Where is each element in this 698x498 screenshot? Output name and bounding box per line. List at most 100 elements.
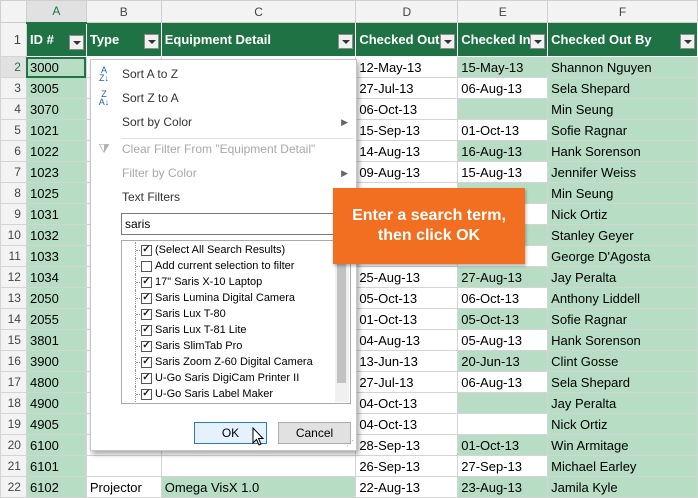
row-number[interactable]: 10: [0, 224, 27, 246]
cell-id[interactable]: 1025: [25, 182, 87, 204]
row-number[interactable]: 2: [0, 56, 27, 78]
filter-dropdown-icon[interactable]: [143, 34, 159, 49]
row-number[interactable]: 21: [0, 455, 27, 477]
cell-id[interactable]: 3000: [25, 56, 87, 78]
cell-in[interactable]: 15-May-13: [457, 56, 549, 78]
cell-out[interactable]: 04-Aug-13: [355, 329, 459, 351]
checked-checkbox-icon[interactable]: ✓: [141, 309, 152, 320]
cell-by[interactable]: Clint Gosse: [547, 350, 698, 372]
cancel-button[interactable]: Cancel: [278, 422, 351, 444]
cell-out[interactable]: 28-Sep-13: [355, 434, 459, 456]
cell-id[interactable]: 3801: [25, 329, 87, 351]
header-cell[interactable]: ID #: [25, 22, 87, 57]
cell-by[interactable]: Sofie Ragnar: [547, 308, 698, 330]
cell-id[interactable]: 6100: [25, 434, 87, 456]
cell-id[interactable]: 6102: [25, 476, 87, 498]
checked-checkbox-icon[interactable]: ✓: [141, 293, 152, 304]
header-cell[interactable]: Checked In: [457, 22, 549, 57]
row-number[interactable]: 15: [0, 329, 27, 351]
cell-id[interactable]: 3070: [25, 98, 87, 120]
row-number[interactable]: 8: [0, 182, 27, 204]
cell-by[interactable]: Jennifer Weiss: [547, 161, 698, 183]
cell-by[interactable]: Stanley Geyer: [547, 224, 698, 246]
cell-id[interactable]: 6101: [25, 455, 87, 477]
unchecked-checkbox-icon[interactable]: [141, 261, 152, 272]
filter-dropdown-icon[interactable]: [440, 34, 456, 49]
cell-out[interactable]: 27-Jul-13: [355, 371, 459, 393]
cell-in[interactable]: [457, 392, 549, 414]
cell-by[interactable]: Win Armitage: [547, 434, 698, 456]
row-number[interactable]: 20: [0, 434, 27, 456]
row-number[interactable]: 18: [0, 392, 27, 414]
filter-option[interactable]: ✓ Saris Lumina Digital Camera: [122, 290, 342, 306]
checked-checkbox-icon[interactable]: ✓: [141, 389, 152, 400]
cell-id[interactable]: 1023: [25, 161, 87, 183]
cell-id[interactable]: 1034: [25, 266, 87, 288]
text-filters[interactable]: Text Filters ▶: [91, 185, 356, 209]
filter-option[interactable]: ✓ Saris SlimTab Pro: [122, 338, 342, 354]
cell-by[interactable]: Anthony Liddell: [547, 287, 698, 309]
cell-in[interactable]: 16-Aug-13: [457, 140, 549, 162]
cell-out[interactable]: 05-Oct-13: [355, 287, 459, 309]
select-all-corner[interactable]: [0, 0, 27, 23]
cell-in[interactable]: 27-Sep-13: [457, 455, 549, 477]
cell-in[interactable]: 05-Oct-13: [457, 308, 549, 330]
header-cell[interactable]: Type: [85, 22, 162, 57]
cell-by[interactable]: Jamila Kyle: [547, 476, 698, 498]
cell-out[interactable]: 12-May-13: [355, 56, 459, 78]
column-header[interactable]: B: [85, 0, 162, 23]
checked-checkbox-icon[interactable]: ✓: [141, 245, 152, 256]
cell-out[interactable]: 27-Jul-13: [355, 77, 459, 99]
row-number[interactable]: 6: [0, 140, 27, 162]
filter-option[interactable]: ✓ Saris Lux T-80: [122, 306, 342, 322]
filter-option[interactable]: ✓ U-Go Saris DigiCam Printer II: [122, 370, 342, 386]
checked-checkbox-icon[interactable]: ✓: [141, 325, 152, 336]
row-number[interactable]: 19: [0, 413, 27, 435]
cell-id[interactable]: 1022: [25, 140, 87, 162]
cell-in[interactable]: 06-Aug-13: [457, 371, 549, 393]
row-number[interactable]: 12: [0, 266, 27, 288]
cell-by[interactable]: Hank Sorenson: [547, 329, 698, 351]
cell-in[interactable]: 23-Aug-13: [457, 476, 549, 498]
filter-search-input[interactable]: saris: [121, 213, 351, 235]
cell-out[interactable]: 09-Aug-13: [355, 161, 459, 183]
filter-option[interactable]: ✓ 17" Saris X-10 Laptop: [122, 274, 342, 290]
cell-by[interactable]: Shannon Nguyen: [547, 56, 698, 78]
row-number[interactable]: 17: [0, 371, 27, 393]
cell-id[interactable]: 2050: [25, 287, 87, 309]
cell-out[interactable]: 14-Aug-13: [355, 140, 459, 162]
column-header[interactable]: E: [457, 0, 549, 23]
cell-in[interactable]: 01-Oct-13: [457, 119, 549, 141]
header-cell[interactable]: Equipment Detail: [160, 22, 357, 57]
cell-out[interactable]: 06-Oct-13: [355, 98, 459, 120]
cell-in[interactable]: 01-Oct-13: [457, 434, 549, 456]
row-number[interactable]: 22: [0, 476, 27, 498]
cell-in[interactable]: 27-Aug-13: [457, 266, 549, 288]
cell-type[interactable]: [85, 455, 162, 477]
header-cell[interactable]: Checked Out By: [547, 22, 698, 57]
row-number[interactable]: 4: [0, 98, 27, 120]
cell-in[interactable]: 06-Oct-13: [457, 287, 549, 309]
cell-out[interactable]: 01-Oct-13: [355, 308, 459, 330]
filter-dropdown-icon[interactable]: [338, 34, 354, 49]
cell-out[interactable]: 04-Oct-13: [355, 413, 459, 435]
cell-in[interactable]: [457, 413, 549, 435]
row-number[interactable]: 14: [0, 308, 27, 330]
cell-out[interactable]: 13-Jun-13: [355, 350, 459, 372]
cell-in[interactable]: 15-Aug-13: [457, 161, 549, 183]
resize-grip-icon[interactable]: ⋰: [346, 440, 354, 448]
filter-option[interactable]: ✓ (Select All Search Results): [122, 242, 342, 258]
cell-detail[interactable]: Omega VisX 1.0: [160, 476, 357, 498]
scrollbar-thumb[interactable]: [337, 245, 346, 383]
cell-id[interactable]: 1031: [25, 203, 87, 225]
cell-by[interactable]: Hank Sorenson: [547, 140, 698, 162]
cell-by[interactable]: George D'Agosta: [547, 245, 698, 267]
filter-option[interactable]: Add current selection to filter: [122, 258, 342, 274]
cell-in[interactable]: [457, 98, 549, 120]
cell-type[interactable]: Projector: [85, 476, 162, 498]
cell-by[interactable]: Min Seung: [547, 98, 698, 120]
cell-detail[interactable]: [160, 455, 357, 477]
cell-out[interactable]: 26-Sep-13: [355, 455, 459, 477]
checked-checkbox-icon[interactable]: ✓: [141, 373, 152, 384]
filter-dropdown-icon[interactable]: [680, 34, 695, 49]
